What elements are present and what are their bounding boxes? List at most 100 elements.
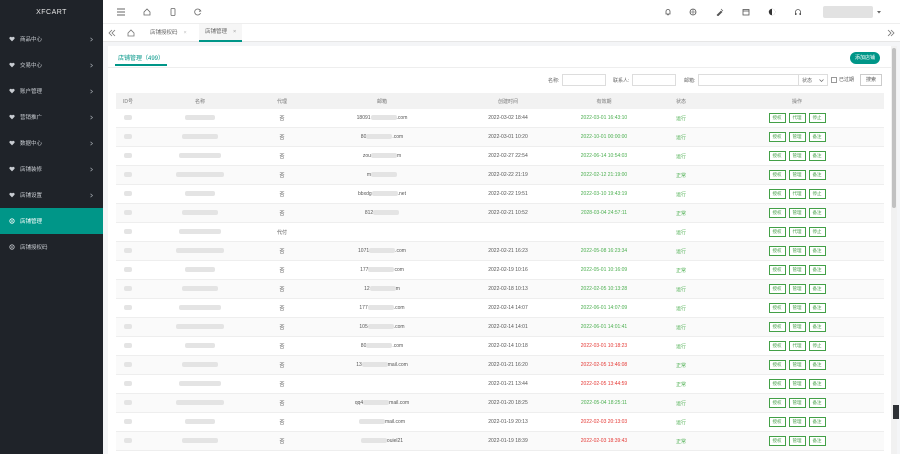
close-icon[interactable]: × (184, 24, 187, 42)
row-action-button[interactable]: 停止 (808, 189, 826, 199)
subtab-store-list[interactable]: 店铺管理（499） (115, 52, 168, 66)
sidebar-item[interactable]: 店铺装修 (0, 156, 103, 182)
tab-store-management[interactable]: 店铺管理 × (199, 23, 243, 42)
sidebar-item[interactable]: 店铺设置 (0, 182, 103, 208)
row-action-button[interactable]: 管理 (788, 360, 806, 370)
cell-email: 12 m (304, 286, 460, 292)
row-action-button[interactable]: 备注 (808, 436, 826, 446)
menu-toggle-icon[interactable] (116, 7, 126, 17)
cell-email: ouiel21 (304, 438, 460, 444)
row-action-button[interactable]: 停止 (808, 113, 826, 123)
row-action-button[interactable]: 管理 (788, 284, 806, 294)
checkbox-box[interactable] (831, 76, 837, 83)
row-action-button[interactable]: 授权 (768, 208, 786, 218)
cell-name (140, 267, 260, 273)
paint-icon[interactable] (715, 7, 725, 17)
name-filter-input[interactable] (562, 74, 607, 86)
row-action-button[interactable]: 授权 (768, 170, 786, 180)
globe-icon[interactable] (688, 7, 698, 17)
row-action-button[interactable]: 备注 (808, 379, 826, 389)
user-avatar[interactable] (823, 6, 873, 18)
row-action-button[interactable]: 授权 (768, 398, 786, 408)
row-action-button[interactable]: 管理 (788, 303, 806, 313)
row-action-button[interactable]: 代理 (788, 113, 806, 123)
row-action-button[interactable]: 备注 (808, 303, 826, 313)
email-filter-input[interactable] (698, 74, 807, 86)
theme-icon[interactable] (767, 7, 777, 17)
row-action-button[interactable]: 停止 (808, 341, 826, 351)
row-action-button[interactable]: 授权 (768, 417, 786, 427)
sidebar-item[interactable]: 营销推广 (0, 104, 103, 130)
row-action-button[interactable]: 备注 (808, 132, 826, 142)
row-action-button[interactable]: 授权 (768, 360, 786, 370)
row-action-button[interactable]: 授权 (768, 379, 786, 389)
row-action-button[interactable]: 授权 (768, 113, 786, 123)
contact-filter-input[interactable] (632, 74, 677, 86)
row-action-button[interactable]: 备注 (808, 360, 826, 370)
add-store-button[interactable]: 添加店铺 (850, 52, 881, 64)
redacted-text (182, 210, 218, 216)
calendar-icon[interactable] (741, 7, 751, 17)
scrollbar-thumb[interactable] (892, 48, 896, 208)
row-action-button[interactable]: 备注 (808, 398, 826, 408)
sidebar-item[interactable]: 商品中心 (0, 26, 103, 52)
row-action-button[interactable]: 管理 (788, 436, 806, 446)
row-action-button[interactable]: 授权 (768, 227, 786, 237)
row-action-button[interactable]: 授权 (768, 284, 786, 294)
tabs-prev-icon[interactable] (107, 28, 117, 38)
row-action-button[interactable]: 管理 (788, 151, 806, 161)
row-action-button[interactable]: 授权 (768, 322, 786, 332)
mobile-icon[interactable] (168, 7, 178, 17)
row-action-button[interactable]: 授权 (768, 132, 786, 142)
cell-id (116, 324, 140, 330)
row-action-button[interactable]: 授权 (768, 436, 786, 446)
row-action-button[interactable]: 授权 (768, 246, 786, 256)
bell-icon[interactable] (663, 7, 673, 17)
status-select[interactable]: 状态 (798, 74, 828, 86)
refresh-icon[interactable] (193, 7, 203, 17)
tab-auth-code[interactable]: 店铺授权码 × (144, 24, 193, 42)
sidebar-item[interactable]: 账户管理 (0, 78, 103, 104)
row-action-button[interactable]: 备注 (808, 284, 826, 294)
sidebar-item[interactable]: 交易中心 (0, 52, 103, 78)
sidebar-item[interactable]: 店铺管理 (0, 208, 103, 234)
row-action-button[interactable]: 备注 (808, 246, 826, 256)
expired-checkbox[interactable]: 已过期 (831, 76, 854, 83)
row-action-button[interactable]: 停止 (808, 227, 826, 237)
floating-handle[interactable] (893, 405, 899, 419)
sidebar-item[interactable]: 店铺授权码 (0, 234, 103, 260)
row-action-button[interactable]: 管理 (788, 379, 806, 389)
row-action-button[interactable]: 代理 (788, 227, 806, 237)
row-action-button[interactable]: 备注 (808, 417, 826, 427)
row-action-button[interactable]: 代理 (788, 341, 806, 351)
cell-name (140, 115, 260, 121)
tab-home-icon[interactable] (126, 28, 136, 38)
row-action-button[interactable]: 授权 (768, 341, 786, 351)
row-action-button[interactable]: 备注 (808, 151, 826, 161)
sidebar-item[interactable]: 数据中心 (0, 130, 103, 156)
home-icon[interactable] (142, 7, 152, 17)
row-action-button[interactable]: 管理 (788, 265, 806, 275)
row-action-button[interactable]: 授权 (768, 151, 786, 161)
row-action-button[interactable]: 备注 (808, 265, 826, 275)
search-button[interactable]: 搜索 (860, 74, 883, 86)
row-action-button[interactable]: 管理 (788, 417, 806, 427)
row-action-button[interactable]: 授权 (768, 265, 786, 275)
row-action-button[interactable]: 代理 (788, 189, 806, 199)
row-action-button[interactable]: 备注 (808, 208, 826, 218)
row-action-button[interactable]: 授权 (768, 189, 786, 199)
row-action-button[interactable]: 授权 (768, 303, 786, 313)
chevron-down-icon[interactable] (876, 9, 882, 15)
row-action-button[interactable]: 管理 (788, 246, 806, 256)
row-action-button[interactable]: 管理 (788, 132, 806, 142)
close-icon[interactable]: × (233, 23, 236, 41)
row-action-button[interactable]: 管理 (788, 398, 806, 408)
row-action-button[interactable]: 管理 (788, 170, 806, 180)
row-action-button[interactable]: 管理 (788, 322, 806, 332)
row-action-button[interactable]: 备注 (808, 170, 826, 180)
row-action-button[interactable]: 备注 (808, 322, 826, 332)
tabs-next-icon[interactable] (886, 28, 896, 38)
row-action-button[interactable]: 管理 (788, 208, 806, 218)
redacted-text (371, 172, 398, 178)
headphone-icon[interactable] (793, 7, 803, 17)
